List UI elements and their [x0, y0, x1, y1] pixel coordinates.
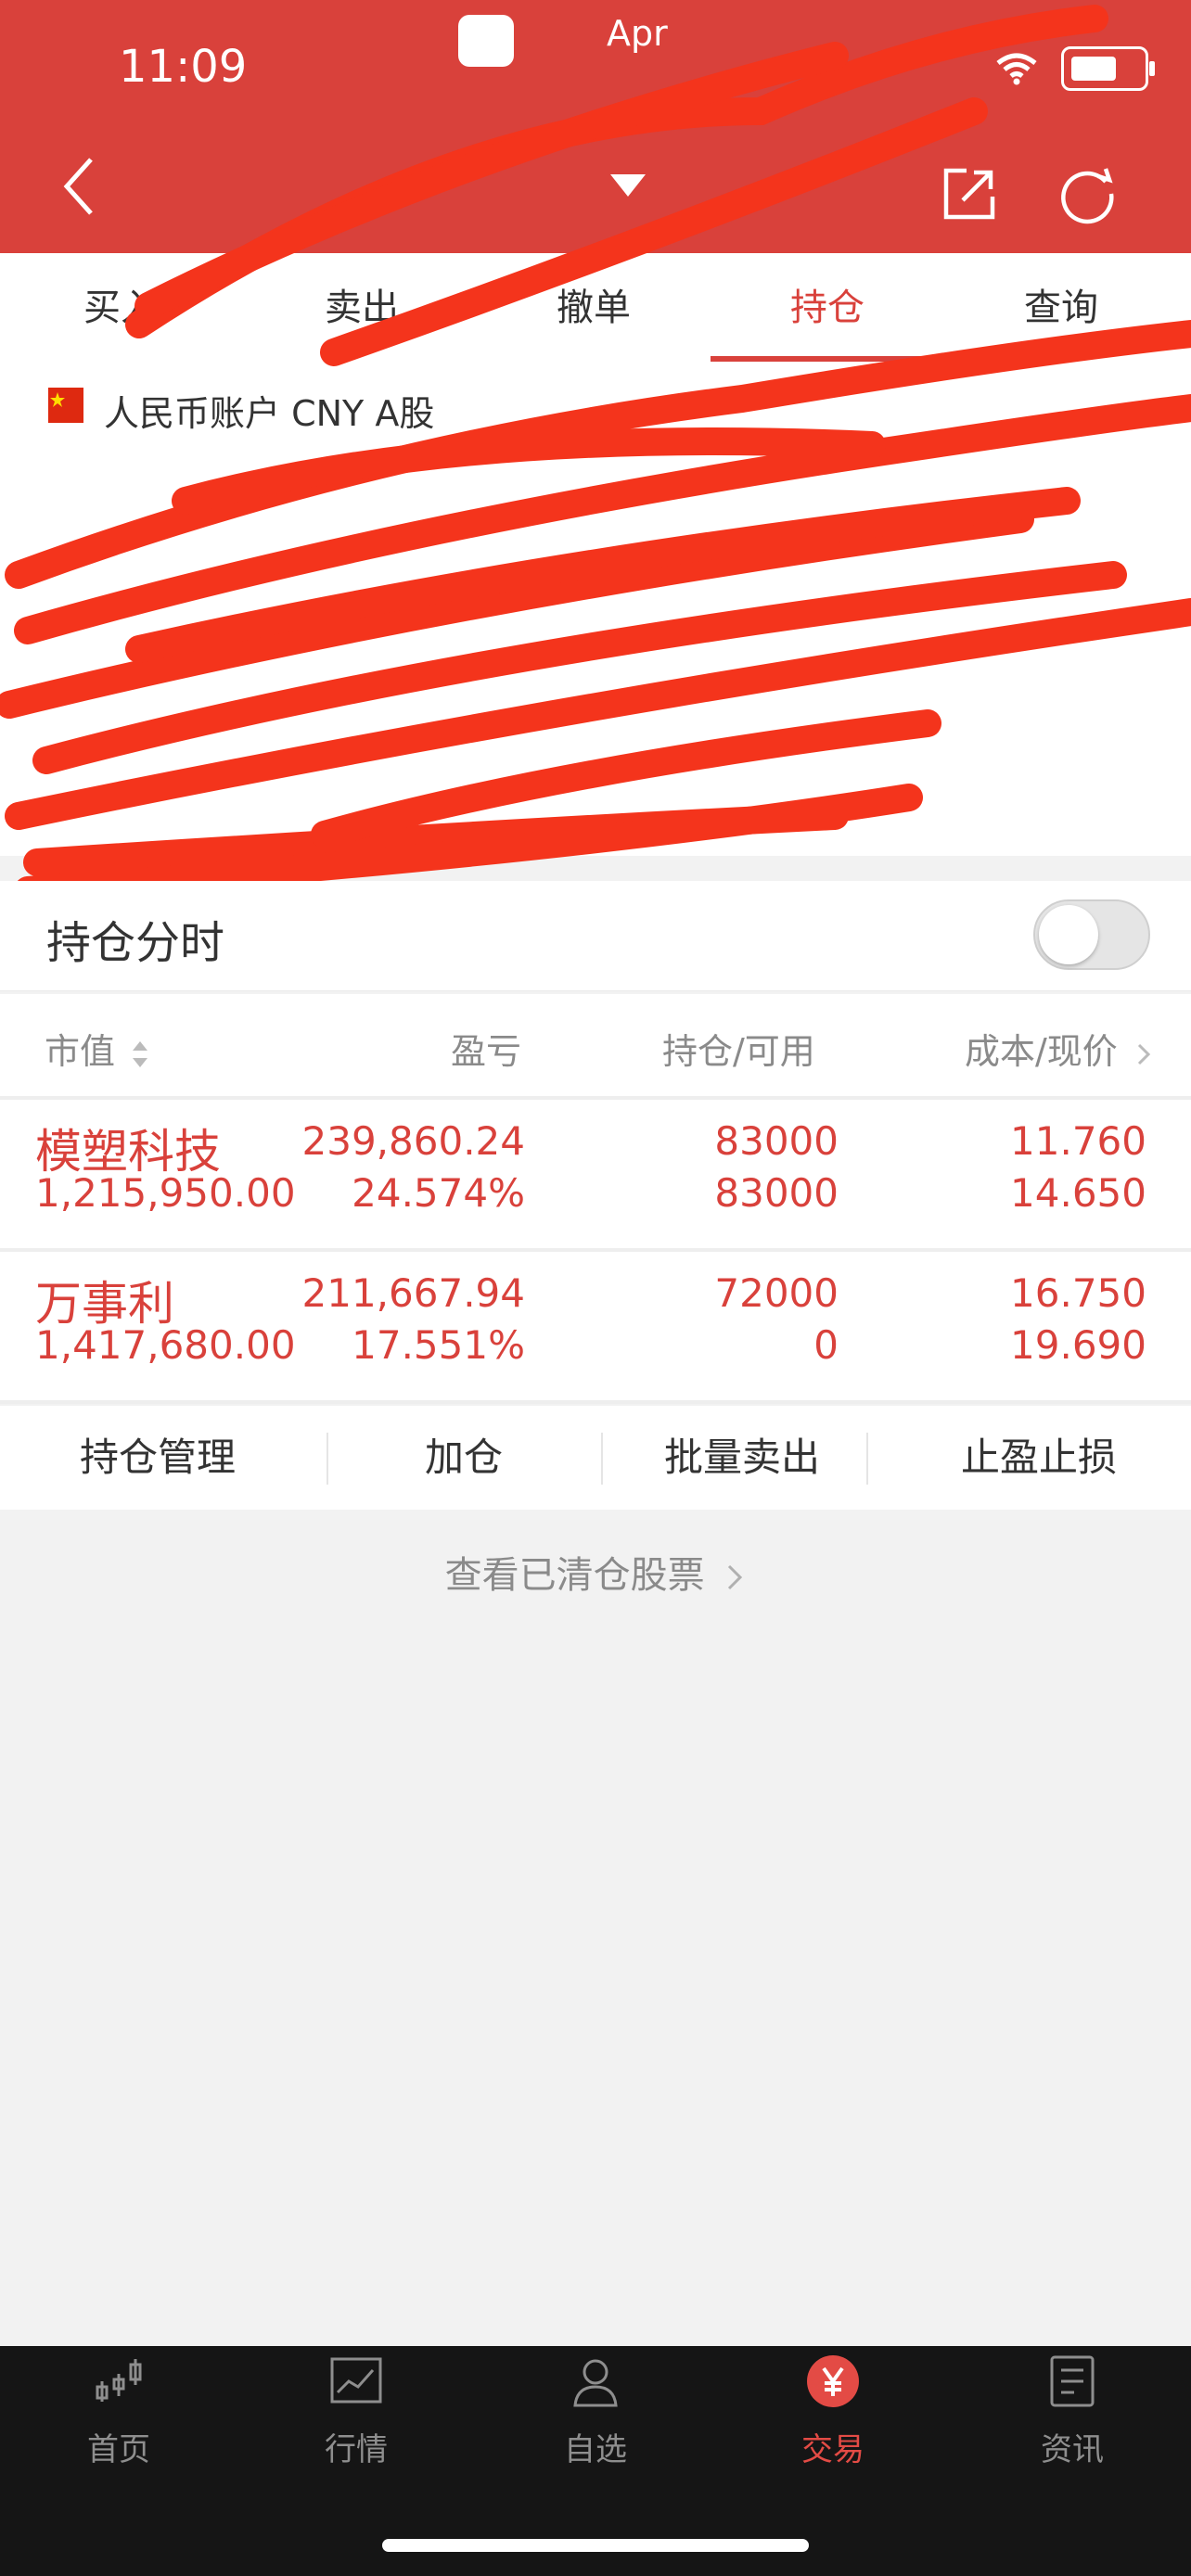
account-label[interactable]: 人民币账户 CNY A股 — [104, 385, 434, 436]
available-qty: 83000 — [714, 1170, 839, 1216]
column-pnl: 盈亏 — [451, 1031, 522, 1072]
back-button[interactable] — [56, 154, 102, 219]
nav-news-label: 资讯 — [1041, 2431, 1104, 2468]
star-icon — [50, 392, 65, 407]
nav-home-label: 首页 — [87, 2431, 150, 2468]
market-value: 1,417,680.00 — [35, 1322, 296, 1368]
cost-price: 11.760 — [1010, 1118, 1146, 1164]
nav-watchlist[interactable]: 自选 — [493, 2353, 698, 2469]
status-app-label: Apr — [607, 13, 668, 54]
status-time: 11:09 — [119, 41, 248, 93]
cleared-stocks-link[interactable]: 查看已清仓股票 — [0, 1545, 1191, 1599]
toggle-knob — [1039, 905, 1098, 964]
holding-management-button[interactable]: 持仓管理 — [37, 1406, 278, 1510]
app-icon — [458, 15, 514, 67]
pnl-amount: 239,860.24 — [301, 1118, 525, 1164]
tab-holdings[interactable]: 持仓 — [744, 253, 911, 363]
sort-icon — [133, 1040, 148, 1067]
chevron-right-icon — [728, 1564, 743, 1590]
chart-line-icon — [330, 2357, 382, 2404]
pnl-percent: 24.574% — [352, 1170, 525, 1216]
wifi-icon — [996, 53, 1037, 85]
trade-tabs: 买入 卖出 撤单 持仓 查询 — [0, 253, 1191, 363]
cleared-stocks-label: 查看已清仓股票 — [444, 1554, 705, 1597]
divider — [866, 1433, 868, 1485]
pnl-percent: 17.551% — [352, 1322, 525, 1368]
nav-watchlist-label: 自选 — [564, 2431, 627, 2468]
nav-news[interactable]: 资讯 — [970, 2353, 1174, 2469]
status-icons — [996, 46, 1155, 91]
tab-cancel-order[interactable]: 撤单 — [510, 253, 677, 363]
nav-trade[interactable]: 交易 — [731, 2353, 935, 2469]
holding-timeline-label: 持仓分时 — [46, 917, 225, 969]
nav-trade-label: 交易 — [801, 2431, 864, 2468]
nav-home[interactable]: 首页 — [17, 2353, 221, 2469]
nav-market-label: 行情 — [325, 2431, 388, 2468]
account-dropdown-icon[interactable] — [605, 167, 651, 204]
tab-query[interactable]: 查询 — [978, 253, 1145, 363]
column-cost-price[interactable]: 成本/现价 — [965, 1023, 1153, 1074]
holding-row[interactable]: 万事利 1,417,680.00 211,667.94 17.551% 7200… — [0, 1252, 1191, 1404]
column-market-value[interactable]: 市值 — [45, 1023, 150, 1074]
current-price: 19.690 — [1010, 1322, 1146, 1368]
column-market-value-label: 市值 — [45, 1031, 116, 1072]
divider — [327, 1433, 328, 1485]
holding-row[interactable]: 模塑科技 1,215,950.00 239,860.24 24.574% 830… — [0, 1100, 1191, 1252]
nav-market[interactable]: 行情 — [254, 2353, 458, 2469]
column-position: 持仓/可用 — [662, 1031, 815, 1072]
china-flag-icon — [48, 388, 83, 423]
battery-icon — [1061, 46, 1155, 91]
person-icon — [573, 2359, 618, 2407]
pnl-amount: 211,667.94 — [301, 1270, 525, 1316]
candlestick-icon — [96, 2359, 142, 2402]
market-value: 1,215,950.00 — [35, 1170, 296, 1216]
add-position-button[interactable]: 加仓 — [334, 1406, 594, 1510]
position-qty: 83000 — [714, 1118, 839, 1164]
refresh-button[interactable] — [1057, 163, 1119, 224]
batch-sell-button[interactable]: 批量卖出 — [612, 1406, 872, 1510]
column-cost-price-label: 成本/现价 — [965, 1031, 1118, 1072]
take-profit-stop-loss-button[interactable]: 止盈止损 — [909, 1406, 1169, 1510]
export-button[interactable] — [939, 163, 1000, 224]
tab-sell[interactable]: 卖出 — [278, 253, 445, 363]
chevron-right-icon — [1137, 1043, 1151, 1065]
account-summary — [0, 363, 1191, 856]
available-qty: 0 — [813, 1322, 839, 1368]
top-header — [0, 0, 1191, 253]
current-price: 14.650 — [1010, 1170, 1146, 1216]
home-indicator — [382, 2539, 809, 2552]
holding-timeline-toggle[interactable] — [1033, 899, 1150, 970]
cost-price: 16.750 — [1010, 1270, 1146, 1316]
divider — [601, 1433, 603, 1485]
position-qty: 72000 — [714, 1270, 839, 1316]
active-tab-indicator — [711, 356, 948, 362]
news-icon — [1050, 2355, 1095, 2407]
yen-icon — [807, 2355, 859, 2407]
tab-buy[interactable]: 买入 — [37, 253, 204, 363]
